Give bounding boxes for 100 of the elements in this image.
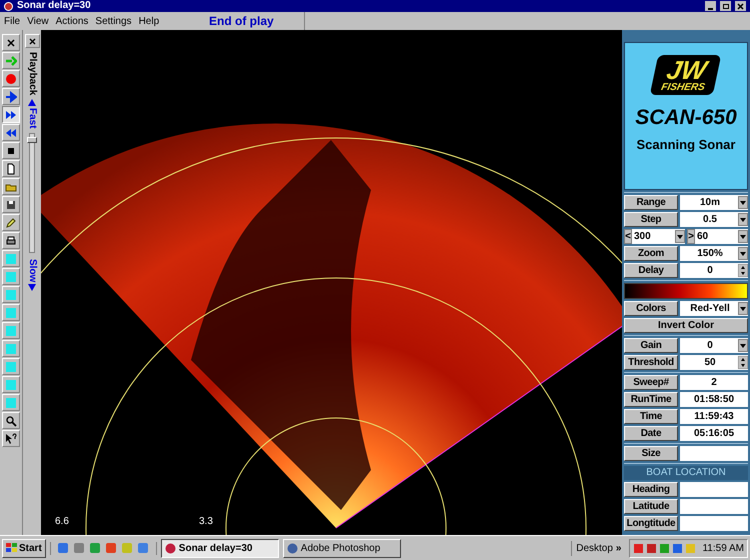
rewind-icon	[5, 126, 17, 138]
record-icon	[5, 72, 17, 84]
close-button[interactable]	[735, 1, 746, 11]
spin-field[interactable]: 0	[680, 263, 748, 278]
fast-forward-icon	[5, 108, 17, 120]
close-button[interactable]	[24, 34, 40, 48]
toolbar-button[interactable]	[2, 106, 20, 123]
app-icon	[137, 542, 150, 554]
readout-field: 2	[680, 375, 748, 390]
app-icon	[121, 542, 134, 554]
tray-icon[interactable]	[646, 542, 658, 554]
square-icon	[5, 252, 17, 264]
setting-label[interactable]: Zoom	[624, 246, 678, 261]
field-label: RunTime	[624, 392, 678, 407]
magnifier-icon	[5, 414, 17, 426]
quick-launch-button[interactable]	[56, 542, 70, 554]
field-label: Longtitude	[624, 516, 678, 531]
field-label: Size	[624, 446, 678, 461]
taskbar-button[interactable]: Sonar delay=30	[160, 538, 279, 558]
square-icon	[5, 288, 17, 300]
readout-field	[680, 446, 748, 461]
tray-icon[interactable]	[633, 542, 644, 554]
dropdown-arrow-icon	[740, 234, 746, 238]
range-label: 6.6	[55, 515, 69, 529]
app-icon	[286, 542, 298, 554]
field-label: Sweep#	[624, 375, 678, 390]
dropdown[interactable]: 0	[680, 338, 748, 353]
setting-label[interactable]: Delay	[624, 263, 678, 278]
logo-text: JW	[664, 57, 710, 83]
desktop-toolbar-button[interactable]: Desktop »	[571, 540, 626, 556]
square-icon	[5, 360, 17, 372]
menu-item[interactable]: View	[27, 14, 49, 28]
square-icon	[5, 378, 17, 390]
field-label: Latitude	[624, 499, 678, 514]
arrow-icon	[5, 54, 17, 66]
menu-item[interactable]: Actions	[56, 14, 88, 28]
readout-field	[680, 482, 748, 497]
window-title: Sonar delay=30	[17, 1, 91, 11]
pencil-icon	[5, 216, 17, 228]
quick-launch-button[interactable]	[72, 542, 86, 554]
readout-field	[680, 499, 748, 514]
app-icon	[164, 542, 176, 554]
readout-field: 05:16:05	[680, 426, 748, 441]
setting-label[interactable]: Step	[624, 212, 678, 227]
square-icon	[5, 324, 17, 336]
field-label: Heading	[624, 482, 678, 497]
app-icon	[73, 542, 86, 554]
dropdown[interactable]: > 60	[687, 229, 748, 244]
dropdown[interactable]: < 300	[624, 229, 685, 244]
triangle-arrow-icon	[28, 284, 36, 292]
setting-label[interactable]: Range	[624, 195, 678, 210]
dropdown-arrow-icon	[677, 234, 683, 238]
app-icon	[4, 2, 13, 10]
section-header: BOAT LOCATION	[624, 466, 748, 480]
document-icon	[5, 162, 17, 174]
dropdown-arrow-icon	[740, 252, 746, 256]
slider-thumb[interactable]	[27, 137, 37, 144]
app-icon	[89, 542, 102, 554]
start-button[interactable]: Start	[2, 538, 46, 558]
dropdown-arrow-icon	[740, 344, 746, 348]
quick-launch-button[interactable]	[104, 542, 118, 554]
dropdown[interactable]: 150%	[680, 246, 748, 261]
logo-text: FISHERS	[660, 83, 706, 93]
field-label: Date	[624, 426, 678, 441]
square-icon	[5, 270, 17, 282]
square-icon	[5, 396, 17, 408]
dropdown-arrow-icon	[740, 306, 746, 310]
readout-field: 11:59:43	[680, 409, 748, 424]
help-pointer-icon	[5, 432, 17, 444]
arrow-icon	[5, 90, 17, 102]
setting-label[interactable]: Threshold	[624, 355, 678, 370]
tray-icon[interactable]	[672, 542, 684, 554]
slow-label: Slow	[27, 258, 37, 282]
range-label: 3.3	[199, 515, 213, 529]
readout-field	[680, 516, 748, 531]
taskbar-button[interactable]: Adobe Photoshop	[282, 538, 401, 558]
setting-label[interactable]: Gain	[624, 338, 678, 353]
app-icon	[57, 542, 70, 554]
dropdown[interactable]: 10m	[680, 195, 748, 210]
spin-field[interactable]: 50	[680, 355, 748, 370]
clock: 11:59 AM	[702, 542, 744, 556]
spin-arrows-icon[interactable]	[738, 264, 748, 277]
invert-color-button[interactable]: Invert Color	[624, 318, 748, 333]
windows-logo-icon	[6, 543, 17, 553]
menu-item[interactable]: File	[4, 14, 20, 28]
menu-item[interactable]: Settings	[95, 14, 132, 28]
speed-slider[interactable]	[29, 132, 35, 253]
menu-item[interactable]: Help	[138, 14, 160, 28]
playback-label: Playback	[27, 52, 37, 96]
dropdown-arrow-icon	[740, 200, 746, 204]
quick-launch-button[interactable]	[136, 542, 150, 554]
square-icon	[5, 306, 17, 318]
dropdown[interactable]: Red-Yell	[680, 301, 748, 316]
restore-button[interactable]	[720, 1, 731, 11]
minimize-button[interactable]	[705, 1, 716, 11]
triangle-arrow-icon	[28, 99, 36, 106]
spin-arrows-icon[interactable]	[738, 356, 748, 369]
dropdown[interactable]: 0.5	[680, 212, 748, 227]
setting-label[interactable]: Colors	[624, 301, 678, 316]
dropdown-arrow-icon	[740, 218, 746, 222]
